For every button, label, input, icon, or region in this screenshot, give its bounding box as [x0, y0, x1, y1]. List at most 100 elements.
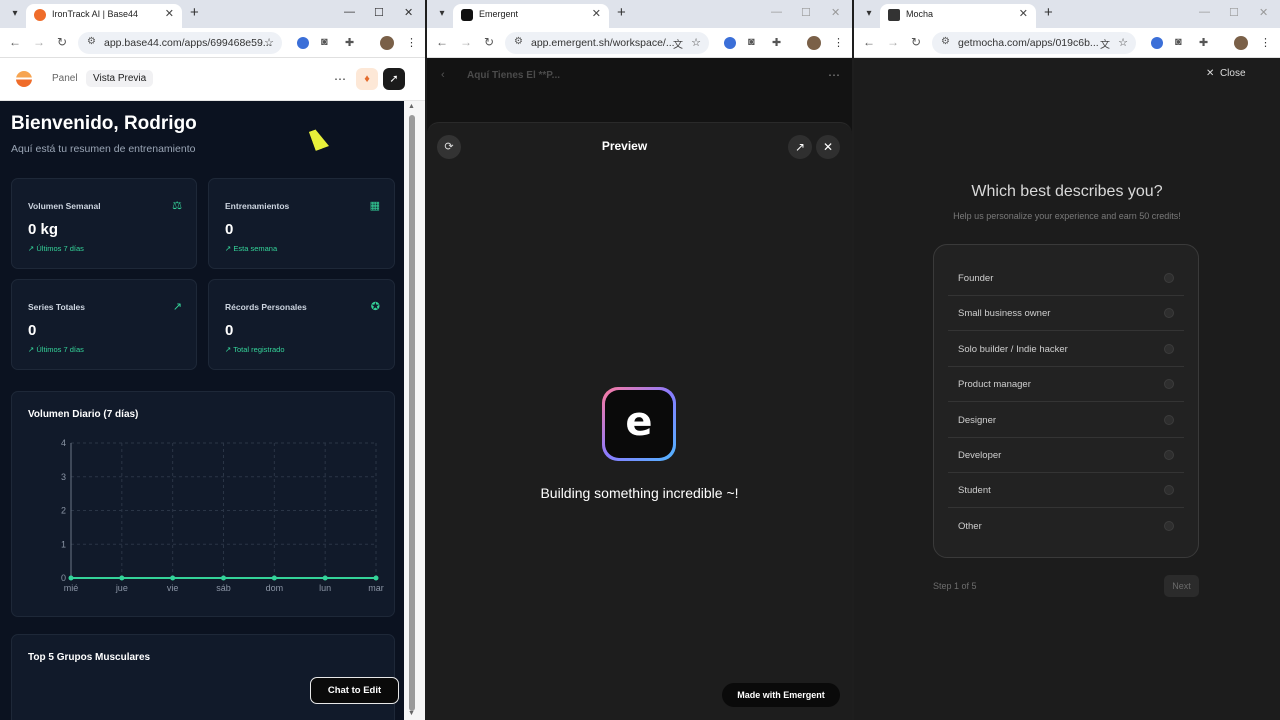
- back-icon[interactable]: ←: [436, 35, 448, 49]
- tab-search-icon[interactable]: ▾: [433, 5, 451, 23]
- forward-icon[interactable]: →: [460, 35, 472, 49]
- tab-close-icon[interactable]: ✕: [592, 7, 601, 20]
- forward-icon[interactable]: →: [887, 35, 899, 49]
- extension-icon[interactable]: [1151, 37, 1163, 49]
- tab-search-icon[interactable]: ▾: [6, 5, 24, 23]
- maximize-icon[interactable]: ☐: [801, 6, 811, 19]
- maximize-icon[interactable]: ☐: [1229, 6, 1239, 19]
- radio-icon[interactable]: [1164, 485, 1174, 496]
- role-option[interactable]: Founder: [948, 261, 1184, 296]
- url-field[interactable]: ⚙ app.base44.com/apps/699468e59... ☆: [78, 32, 282, 54]
- site-info-icon[interactable]: ⚙: [514, 36, 523, 47]
- more-options-icon[interactable]: ⋯: [828, 68, 840, 82]
- browser-menu-icon[interactable]: ⋮: [406, 36, 417, 49]
- url-text: getmocha.com/apps/019c6b...: [958, 37, 1099, 49]
- browser-tab[interactable]: IronTrack AI | Base44 ✕: [26, 4, 182, 28]
- tab-close-icon[interactable]: ✕: [1019, 7, 1028, 20]
- radio-icon[interactable]: [1164, 414, 1174, 425]
- radio-icon[interactable]: [1164, 450, 1174, 460]
- chat-to-edit-button[interactable]: Chat to Edit: [310, 677, 399, 704]
- browser-tab[interactable]: Mocha ✕: [880, 4, 1036, 28]
- forward-icon[interactable]: →: [33, 35, 45, 49]
- profile-avatar[interactable]: [380, 36, 394, 50]
- tab-strip: ▾ IronTrack AI | Base44 ✕ + — ☐ ✕: [0, 0, 425, 28]
- tab-vista-previa[interactable]: Vista Previa: [86, 70, 154, 87]
- maximize-icon[interactable]: ☐: [374, 6, 384, 19]
- radio-icon[interactable]: [1164, 379, 1174, 390]
- new-tab-icon[interactable]: +: [1044, 4, 1053, 21]
- scroll-up-icon[interactable]: ▲: [408, 103, 415, 110]
- new-tab-icon[interactable]: +: [190, 4, 199, 21]
- tab-search-icon[interactable]: ▾: [860, 5, 878, 23]
- url-field[interactable]: ⚙ app.emergent.sh/workspace/... 文 ☆: [505, 32, 709, 54]
- minimize-icon[interactable]: —: [344, 6, 355, 18]
- extensions-puzzle-icon[interactable]: ✚: [345, 36, 354, 49]
- camera-icon[interactable]: ◙: [748, 36, 755, 48]
- tab-close-icon[interactable]: ✕: [165, 7, 174, 20]
- profile-avatar[interactable]: [1234, 36, 1248, 50]
- x-tick-label: mié: [64, 583, 79, 593]
- muscle-groups-title: Top 5 Grupos Musculares: [28, 652, 151, 663]
- close-preview-icon[interactable]: ✕: [816, 135, 840, 159]
- scrollbar-thumb[interactable]: [409, 115, 415, 711]
- reload-icon[interactable]: ↻: [57, 35, 67, 49]
- minimize-icon[interactable]: —: [1199, 6, 1210, 18]
- back-icon[interactable]: ←: [863, 35, 875, 49]
- close-button[interactable]: ✕ Close: [1206, 68, 1246, 79]
- role-option[interactable]: Designer: [948, 403, 1184, 438]
- browser-tab[interactable]: Emergent ✕: [453, 4, 609, 28]
- scroll-down-icon[interactable]: ▼: [408, 710, 415, 717]
- role-option[interactable]: Student: [948, 473, 1184, 509]
- back-icon[interactable]: ←: [9, 35, 21, 49]
- window-close-icon[interactable]: ✕: [1259, 6, 1268, 19]
- extension-icon[interactable]: [724, 37, 736, 49]
- back-chevron-icon[interactable]: ‹: [441, 69, 445, 81]
- role-option[interactable]: Solo builder / Indie hacker: [948, 332, 1184, 367]
- site-info-icon[interactable]: ⚙: [941, 36, 950, 47]
- new-tab-icon[interactable]: +: [617, 4, 626, 21]
- minimize-icon[interactable]: —: [771, 6, 782, 18]
- extension-icon[interactable]: [297, 37, 309, 49]
- role-option[interactable]: Developer: [948, 438, 1184, 473]
- translate-icon[interactable]: 文: [673, 36, 683, 51]
- publish-rocket-icon[interactable]: ➚: [383, 68, 405, 90]
- extensions-puzzle-icon[interactable]: ✚: [772, 36, 781, 49]
- window-close-icon[interactable]: ✕: [404, 6, 413, 19]
- bookmark-star-icon[interactable]: ☆: [1118, 36, 1128, 49]
- stat-card-volumen: Volumen Semanal 0 kg ↗ Últimos 7 días ⚖: [11, 178, 197, 269]
- base44-favicon-icon: [34, 9, 46, 21]
- browser-menu-icon[interactable]: ⋮: [1260, 36, 1271, 49]
- radio-icon[interactable]: [1164, 343, 1174, 354]
- reload-icon[interactable]: ↻: [484, 35, 494, 49]
- profile-avatar[interactable]: [807, 36, 821, 50]
- reload-icon[interactable]: ↻: [911, 35, 921, 49]
- role-option[interactable]: Product manager: [948, 367, 1184, 403]
- role-option[interactable]: Other: [948, 509, 1184, 544]
- emergent-app: ‹ Aquí Tienes El **P... ⋯ ⟳ Preview ↗ ✕ …: [427, 58, 852, 720]
- camera-icon[interactable]: ◙: [321, 36, 328, 48]
- radio-icon[interactable]: [1164, 273, 1174, 283]
- tab-panel[interactable]: Panel: [52, 73, 78, 84]
- close-icon: ✕: [1206, 68, 1215, 79]
- translate-icon[interactable]: 文: [1100, 36, 1110, 51]
- bookmark-star-icon[interactable]: ☆: [691, 36, 701, 49]
- more-options-icon[interactable]: ⋯: [334, 72, 346, 86]
- open-external-icon[interactable]: ↗: [788, 135, 812, 159]
- gem-icon[interactable]: ♦: [356, 68, 378, 90]
- window-close-icon[interactable]: ✕: [831, 6, 840, 19]
- emergent-logo-letter: e: [605, 390, 673, 458]
- browser-window-mocha: ▾ Mocha ✕ + — ☐ ✕ ← → ↻ ⚙ getmocha.com/a…: [854, 0, 1280, 720]
- radio-icon[interactable]: [1164, 520, 1174, 531]
- scrollbar[interactable]: ▲ ▼: [404, 101, 425, 720]
- role-option[interactable]: Small business owner: [948, 296, 1184, 332]
- next-button[interactable]: Next: [1164, 575, 1199, 597]
- extensions-puzzle-icon[interactable]: ✚: [1199, 36, 1208, 49]
- bookmark-star-icon[interactable]: ☆: [264, 36, 274, 49]
- url-field[interactable]: ⚙ getmocha.com/apps/019c6b... 文 ☆: [932, 32, 1136, 54]
- made-with-emergent-badge[interactable]: Made with Emergent: [722, 683, 840, 707]
- camera-icon[interactable]: ◙: [1175, 36, 1182, 48]
- radio-icon[interactable]: [1164, 308, 1174, 319]
- data-point: [170, 575, 176, 581]
- browser-menu-icon[interactable]: ⋮: [833, 36, 844, 49]
- site-info-icon[interactable]: ⚙: [87, 36, 96, 47]
